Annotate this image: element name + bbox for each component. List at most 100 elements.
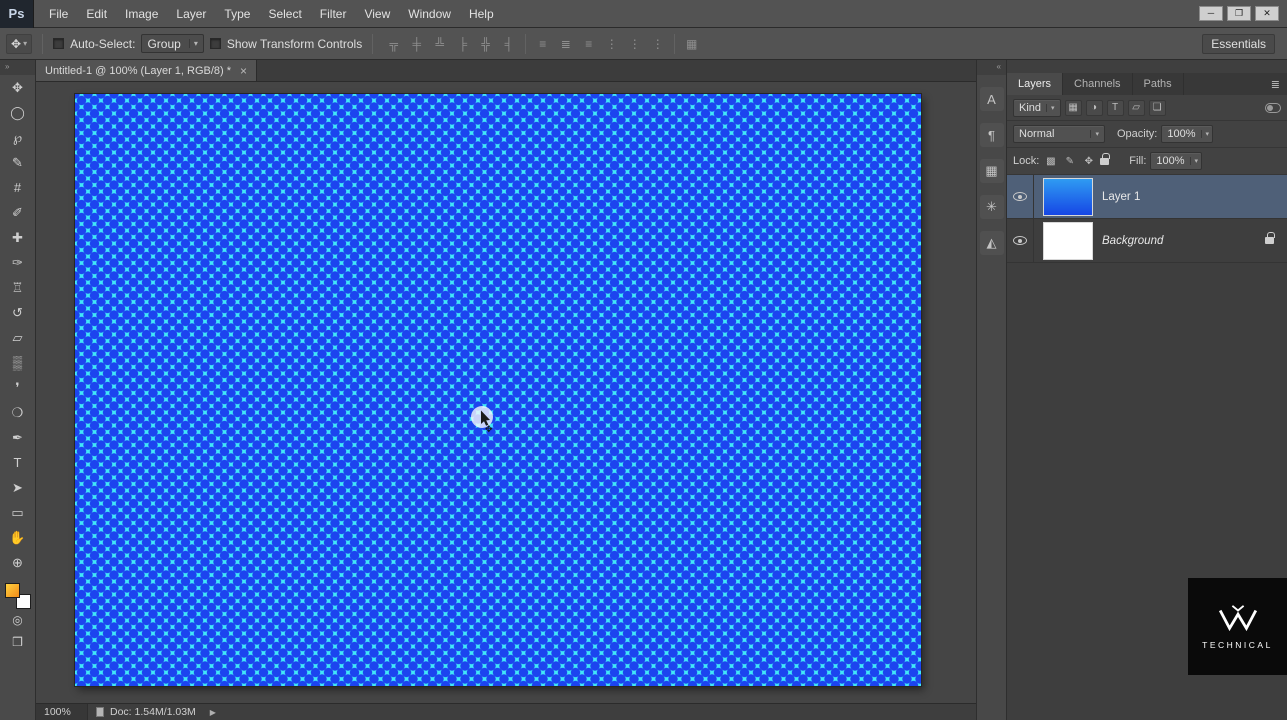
- filter-type-layers-icon[interactable]: T: [1106, 99, 1124, 116]
- layer-thumbnail[interactable]: [1043, 221, 1093, 260]
- close-icon[interactable]: ×: [240, 64, 247, 78]
- lock-image-pixels-icon[interactable]: ✎: [1062, 156, 1077, 167]
- document-tab[interactable]: Untitled-1 @ 100% (Layer 1, RGB/8) * ×: [36, 60, 258, 81]
- quick-mask-icon[interactable]: ◎: [3, 609, 33, 631]
- path-selection-tool[interactable]: ➤: [3, 475, 33, 500]
- distribute-top-edges-icon[interactable]: ≡: [532, 37, 553, 51]
- tab-layers[interactable]: Layers: [1007, 73, 1064, 95]
- workspace-switcher-button[interactable]: Essentials: [1202, 33, 1275, 54]
- layer-row-background[interactable]: Background: [1007, 219, 1287, 263]
- align-vertical-centers-icon[interactable]: ╪: [406, 37, 427, 51]
- document-canvas[interactable]: ✥: [75, 94, 921, 686]
- filter-kind-value: Kind: [1019, 101, 1042, 114]
- align-top-edges-icon[interactable]: ╦: [383, 37, 404, 51]
- eyedropper-tool[interactable]: ✐: [3, 200, 33, 225]
- distribute-vertical-centers-icon[interactable]: ≣: [555, 37, 576, 51]
- foreground-color-swatch[interactable]: [4, 583, 20, 598]
- layer-row-layer-1[interactable]: Layer 1: [1007, 175, 1287, 219]
- panel-menu-icon[interactable]: ≣: [1264, 73, 1287, 95]
- chevron-down-icon: ▾: [1189, 157, 1198, 165]
- swatches-panel-icon[interactable]: ▦: [979, 159, 1004, 183]
- canvas-area: ✥: [36, 82, 976, 703]
- filter-kind-dropdown[interactable]: Kind ▾: [1013, 98, 1061, 117]
- filter-pixel-layers-icon[interactable]: ▦: [1064, 99, 1082, 116]
- document-tab-bar: Untitled-1 @ 100% (Layer 1, RGB/8) * ×: [36, 60, 976, 82]
- halftone-pattern-image: [75, 94, 921, 686]
- show-transform-controls-checkbox[interactable]: [209, 38, 221, 49]
- pen-tool[interactable]: ✒: [3, 425, 33, 450]
- history-brush-tool[interactable]: ↺: [3, 300, 33, 325]
- filter-shape-layers-icon[interactable]: ▱: [1127, 99, 1145, 116]
- distribute-horizontal-centers-icon[interactable]: ⋮: [624, 37, 645, 51]
- technical-watermark: TECHNICAL: [1188, 578, 1287, 675]
- lock-position-icon[interactable]: ✥: [1081, 156, 1096, 167]
- align-left-edges-icon[interactable]: ╞: [452, 37, 473, 51]
- move-tool[interactable]: ✥: [3, 75, 33, 100]
- crop-tool[interactable]: #: [3, 175, 33, 200]
- paragraph-panel-icon[interactable]: ¶: [979, 123, 1004, 147]
- zoom-tool[interactable]: ⊕: [3, 550, 33, 575]
- distribute-bottom-edges-icon[interactable]: ≡: [578, 37, 599, 51]
- menu-filter[interactable]: Filter: [311, 7, 356, 21]
- auto-select-checkbox[interactable]: [53, 38, 65, 49]
- filter-smart-objects-icon[interactable]: ❏: [1148, 99, 1166, 116]
- fill-dropdown[interactable]: 100% ▾: [1150, 152, 1203, 170]
- status-options-arrow[interactable]: ▶: [210, 708, 216, 717]
- menu-window[interactable]: Window: [399, 7, 460, 21]
- active-tool-preset[interactable]: ✥ ▾: [6, 33, 33, 54]
- menu-edit[interactable]: Edit: [77, 7, 116, 21]
- brush-tool[interactable]: ✑: [3, 250, 33, 275]
- rectangle-tool[interactable]: ▭: [3, 500, 33, 525]
- align-bottom-edges-icon[interactable]: ╩: [429, 37, 450, 51]
- panels-collapse-grip[interactable]: «: [977, 60, 1006, 75]
- zoom-level-field[interactable]: 100%: [36, 704, 88, 720]
- clone-stamp-tool[interactable]: ♖: [3, 275, 33, 300]
- adjustments-panel-icon[interactable]: ✳: [979, 195, 1004, 219]
- menu-help[interactable]: Help: [460, 7, 503, 21]
- gradient-tool[interactable]: ▒: [3, 350, 33, 375]
- hand-tool[interactable]: ✋: [3, 525, 33, 550]
- filter-adjustment-layers-icon[interactable]: ◑: [1085, 99, 1103, 116]
- tab-paths[interactable]: Paths: [1133, 73, 1184, 95]
- layer-name[interactable]: Layer 1: [1102, 191, 1140, 203]
- distribute-right-edges-icon[interactable]: ⋮: [647, 37, 668, 51]
- lasso-tool[interactable]: ℘: [3, 125, 33, 150]
- marquee-tool[interactable]: ◯: [3, 100, 33, 125]
- restore-button[interactable]: ❐: [1227, 6, 1251, 21]
- menu-layer[interactable]: Layer: [167, 7, 215, 21]
- styles-panel-icon[interactable]: ◭: [979, 231, 1004, 255]
- align-right-edges-icon[interactable]: ╡: [498, 37, 519, 51]
- visibility-toggle[interactable]: [1007, 175, 1034, 218]
- menu-image[interactable]: Image: [116, 7, 167, 21]
- separator: [525, 33, 527, 54]
- opacity-dropdown[interactable]: 100% ▾: [1161, 125, 1214, 143]
- blur-tool[interactable]: ❜: [3, 375, 33, 400]
- menu-select[interactable]: Select: [259, 7, 310, 21]
- dodge-tool[interactable]: ❍: [3, 400, 33, 425]
- type-tool[interactable]: T: [3, 450, 33, 475]
- menu-view[interactable]: View: [355, 7, 399, 21]
- close-button[interactable]: ✕: [1255, 6, 1279, 21]
- layer-name[interactable]: Background: [1102, 235, 1163, 247]
- layer-thumbnail[interactable]: [1043, 177, 1093, 216]
- screen-mode-icon[interactable]: ❒: [3, 631, 33, 653]
- lock-all-icon[interactable]: [1100, 152, 1110, 165]
- align-horizontal-centers-icon[interactable]: ╬: [475, 37, 496, 51]
- healing-brush-tool[interactable]: ✚: [3, 225, 33, 250]
- minimize-button[interactable]: ─: [1199, 6, 1223, 21]
- distribute-left-edges-icon[interactable]: ⋮: [601, 37, 622, 51]
- visibility-toggle[interactable]: [1007, 219, 1034, 262]
- auto-select-target-dropdown[interactable]: Group ▾: [141, 34, 204, 53]
- blend-mode-dropdown[interactable]: Normal ▾: [1013, 125, 1105, 143]
- menu-file[interactable]: File: [40, 7, 77, 21]
- quick-selection-tool[interactable]: ✎: [3, 150, 33, 175]
- tools-panel-collapse-grip[interactable]: »: [0, 60, 35, 75]
- separator: [674, 33, 676, 54]
- lock-transparent-pixels-icon[interactable]: ▩: [1043, 156, 1058, 167]
- tab-channels[interactable]: Channels: [1063, 73, 1133, 95]
- eraser-tool[interactable]: ▱: [3, 325, 33, 350]
- menu-type[interactable]: Type: [215, 7, 259, 21]
- character-panel-icon[interactable]: A: [979, 87, 1004, 111]
- auto-align-layers-icon[interactable]: ▦: [681, 37, 702, 51]
- filtering-toggle-switch[interactable]: [1265, 102, 1281, 113]
